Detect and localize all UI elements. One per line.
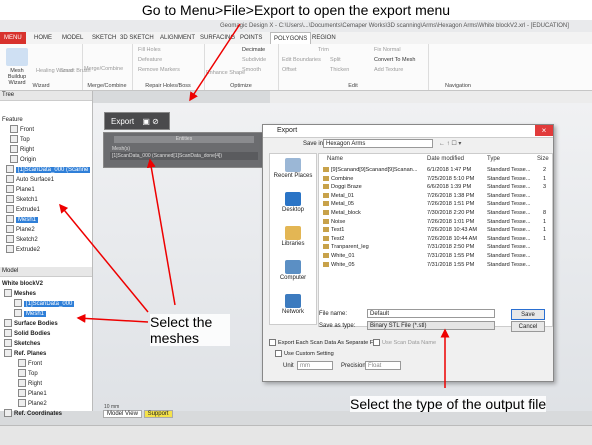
tab-model-view[interactable]: Model View: [103, 410, 142, 418]
status-bar: [0, 425, 592, 445]
arrow-to-model-mesh: [76, 313, 149, 323]
bottom-tabs: Model View Support: [93, 410, 193, 420]
arrow-to-export-panel: [189, 23, 241, 102]
select-type-note: Select the type of the output file: [350, 396, 547, 412]
arrow-to-entities: [146, 158, 176, 306]
select-meshes-note: Select the meshes: [150, 314, 230, 346]
tab-support[interactable]: Support: [143, 410, 173, 418]
annotation-arrows: [59, 23, 450, 388]
arrow-to-feature-mesh: [59, 203, 149, 313]
scale-label: 10 mm: [104, 404, 120, 410]
